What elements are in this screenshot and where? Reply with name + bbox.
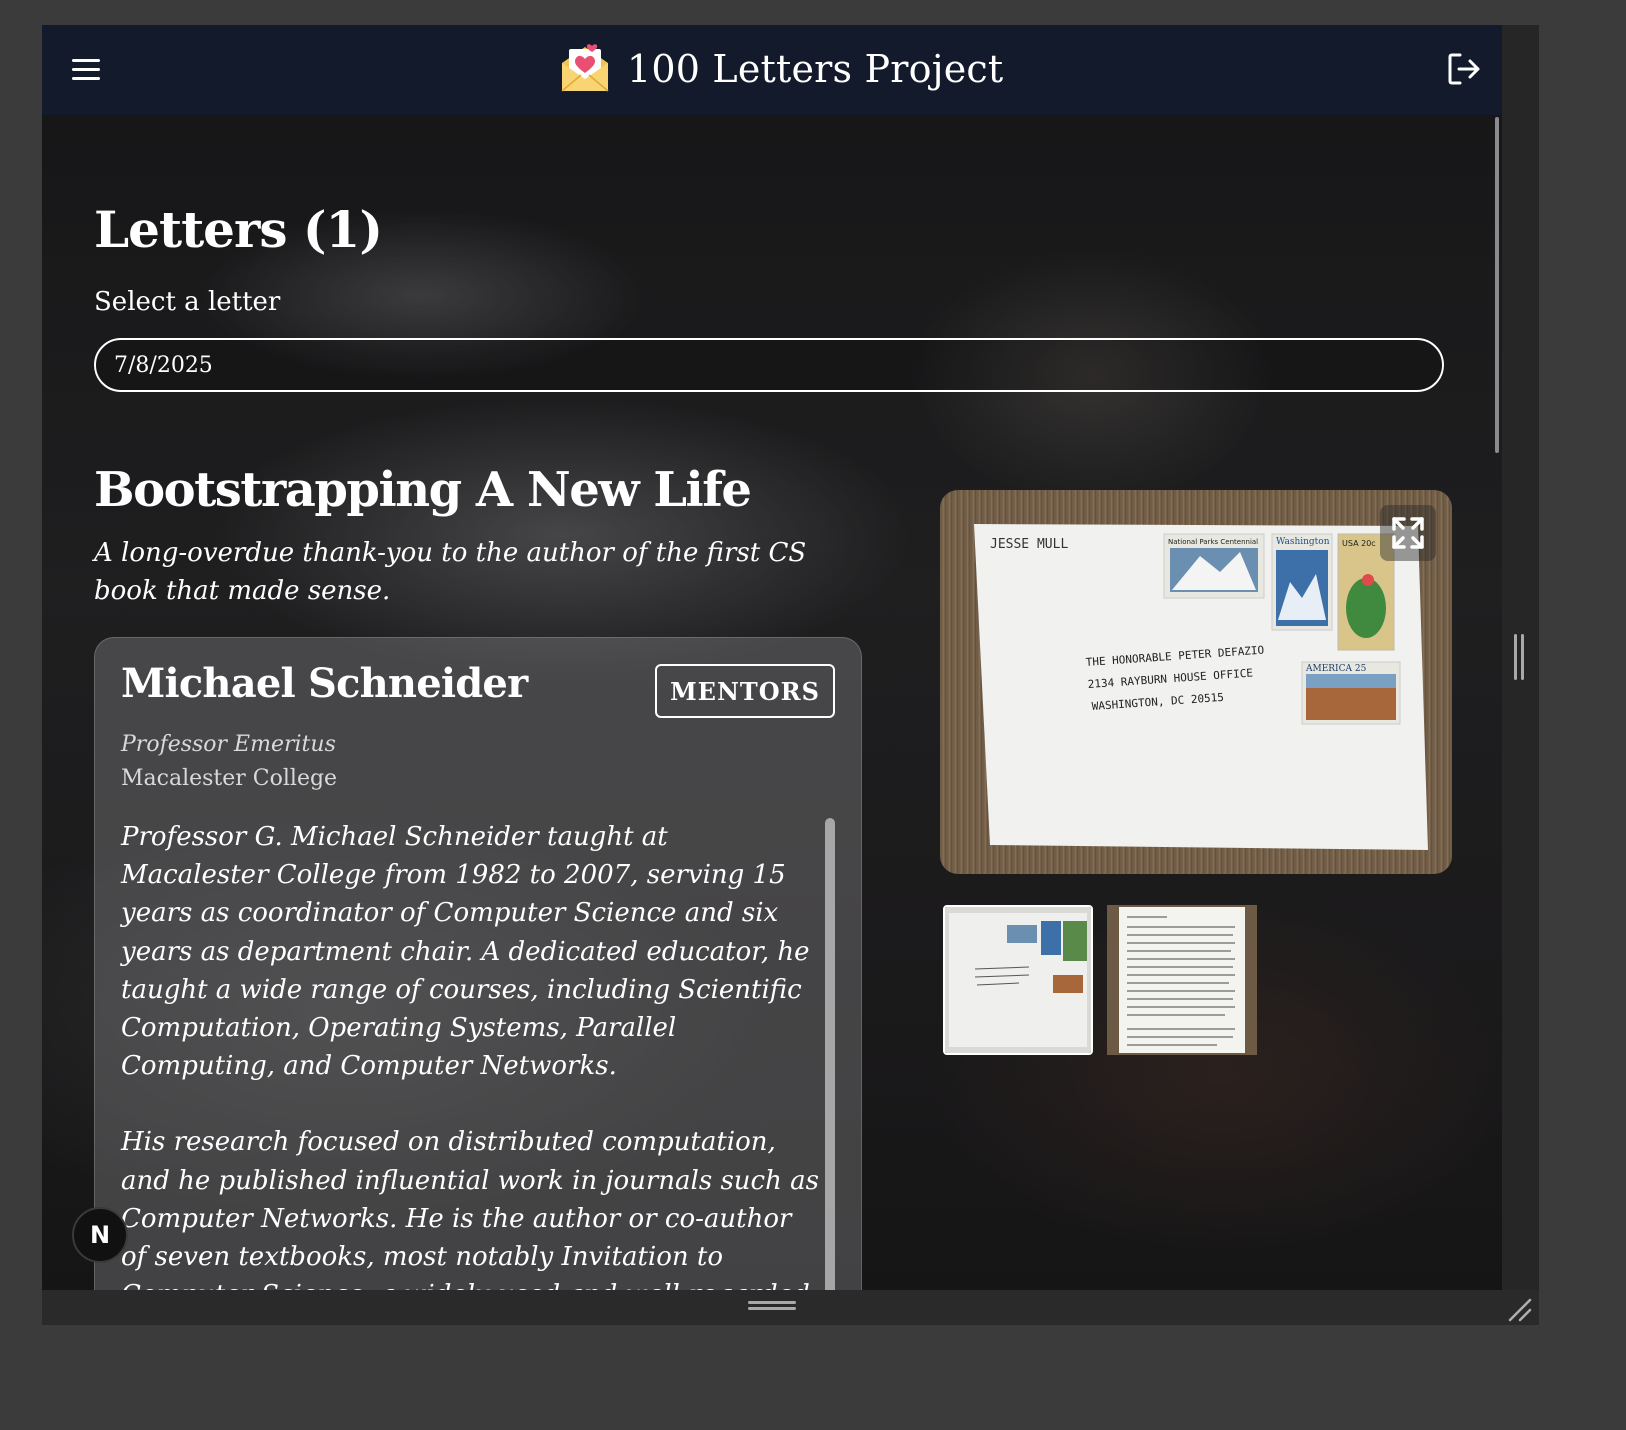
brand[interactable]: 100 Letters Project: [559, 41, 1003, 97]
stamp-label: AMERICA 25: [1305, 664, 1367, 674]
stamp-label: USA 20c: [1342, 539, 1376, 548]
bottom-resize-handle[interactable]: [748, 1301, 796, 1311]
app-title: 100 Letters Project: [627, 47, 1004, 91]
bio-paragraph: Professor G. Michael Schneider taught at…: [121, 822, 810, 1082]
stamp-label: National Parks Centennial: [1168, 538, 1258, 546]
side-resize-handle[interactable]: [1514, 634, 1526, 680]
recipient-bio: Professor G. Michael Schneider taught at…: [121, 818, 823, 1290]
letters-heading: Letters (1): [94, 200, 383, 259]
letter-main-image[interactable]: JESSE MULL National Parks Centennial Was…: [940, 490, 1452, 874]
category-badge[interactable]: MENTORS: [655, 664, 835, 718]
expand-fullscreen-icon[interactable]: [1380, 505, 1436, 561]
bio-paragraph: His research focused on distributed comp…: [121, 1127, 819, 1290]
letter-select-dropdown[interactable]: 7/8/2025: [94, 338, 1444, 392]
thumbnail-letter-page[interactable]: [1107, 905, 1257, 1055]
envelope-heart-icon: [561, 44, 609, 92]
envelope-sender-text: JESSE MULL: [990, 537, 1068, 552]
recipient-role: Professor Emeritus: [121, 732, 336, 757]
envelope-thumbnail-image: [945, 907, 1091, 1053]
thumbnail-envelope[interactable]: [943, 905, 1093, 1055]
app-viewport: 100 Letters Project Letters (1) Select a…: [42, 25, 1502, 1290]
corner-resize-icon[interactable]: [1506, 1296, 1532, 1322]
letter-thumbnail-image: [1107, 905, 1257, 1055]
recipient-organization: Macalester College: [121, 766, 338, 791]
bio-scrollbar[interactable]: [825, 818, 835, 1290]
select-letter-label: Select a letter: [94, 287, 281, 317]
stamp-label: Washington: [1276, 537, 1330, 547]
letter-title: Bootstrapping A New Life: [94, 462, 752, 518]
hamburger-menu-icon[interactable]: [70, 53, 102, 85]
floating-n-badge[interactable]: N: [72, 1207, 128, 1263]
page-scrollbar[interactable]: [1495, 117, 1499, 453]
top-navbar: 100 Letters Project: [42, 25, 1502, 115]
logout-icon[interactable]: [1446, 51, 1482, 87]
envelope-photo: JESSE MULL National Parks Centennial Was…: [940, 490, 1452, 874]
recipient-card: Michael Schneider MENTORS Professor Emer…: [94, 637, 862, 1290]
selected-letter-value: 7/8/2025: [114, 352, 213, 378]
recipient-name: Michael Schneider: [121, 660, 528, 707]
letter-subtitle: A long-overdue thank-you to the author o…: [94, 538, 807, 606]
